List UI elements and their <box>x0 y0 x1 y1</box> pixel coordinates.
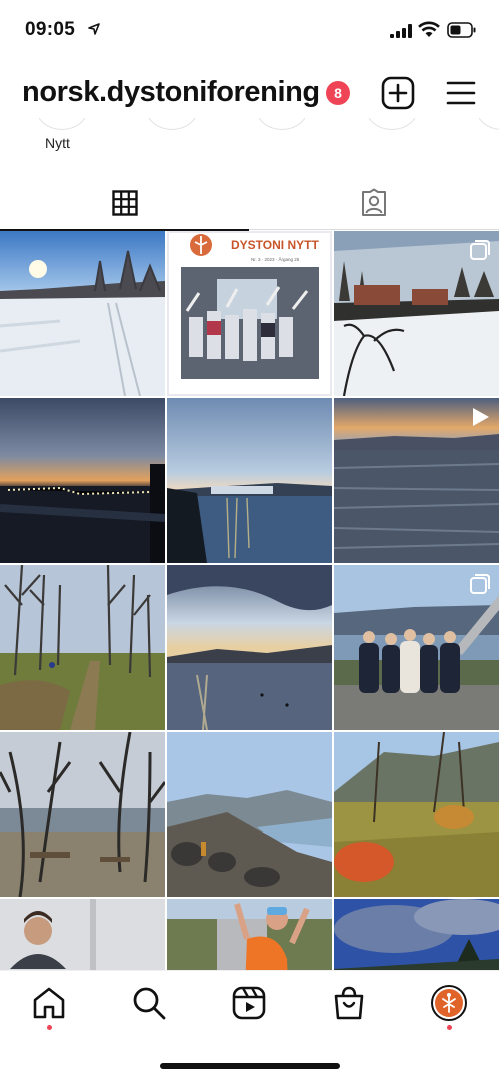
hamburger-menu-button[interactable] <box>445 78 477 108</box>
highlight-ring[interactable] <box>476 118 499 130</box>
profile-username[interactable]: norsk.dystoniforening <box>22 76 320 109</box>
status-bar: 09:05 <box>0 0 499 58</box>
tagged-person-icon <box>361 188 386 216</box>
post-thumbnail[interactable] <box>167 899 332 970</box>
highlight-ring[interactable] <box>146 118 198 130</box>
tab-tagged[interactable] <box>249 176 498 230</box>
highlight-ring[interactable] <box>366 118 418 130</box>
post-image <box>334 732 499 897</box>
post-thumbnail[interactable] <box>334 398 499 563</box>
post-image <box>167 398 332 563</box>
post-image: DYSTONI NYTT Nr. 3 · 2023 · Årgang 25 <box>167 231 332 396</box>
post-image <box>167 565 332 730</box>
carousel-icon <box>470 574 490 594</box>
wifi-icon <box>418 21 440 37</box>
post-image <box>0 732 165 897</box>
post-image <box>0 565 165 730</box>
post-thumbnail[interactable] <box>0 899 165 970</box>
home-active-dot <box>47 1025 52 1030</box>
post-thumbnail[interactable] <box>334 231 499 396</box>
post-thumbnail[interactable] <box>167 565 332 730</box>
highlight-new-label: Nytt <box>45 135 70 151</box>
status-time: 09:05 <box>25 19 76 40</box>
create-post-button[interactable] <box>381 76 415 110</box>
home-indicator <box>160 1063 340 1069</box>
post-image <box>334 899 499 970</box>
notification-badge[interactable]: 8 <box>326 81 350 105</box>
location-arrow-icon <box>88 23 100 35</box>
reels-icon[interactable] <box>231 985 267 1021</box>
post-image <box>0 899 165 970</box>
search-icon[interactable] <box>131 985 167 1021</box>
post-thumbnail[interactable] <box>167 398 332 563</box>
cellular-signal-icon <box>390 24 412 38</box>
post-image <box>0 398 165 563</box>
battery-icon <box>447 22 476 38</box>
carousel-icon <box>470 240 490 260</box>
post-thumbnail[interactable] <box>334 565 499 730</box>
post-thumbnail[interactable] <box>334 899 499 970</box>
profile-header: norsk.dystoniforening 8 <box>0 70 499 118</box>
home-icon[interactable] <box>31 985 67 1021</box>
post-thumbnail[interactable] <box>0 398 165 563</box>
story-highlights[interactable]: Nytt <box>0 118 499 162</box>
profile-avatar-button[interactable] <box>431 985 467 1021</box>
profile-notification-dot <box>447 1025 452 1030</box>
post-thumbnail[interactable] <box>0 231 165 396</box>
post-image <box>0 231 165 396</box>
magazine-title: DYSTONI NYTT <box>231 238 319 252</box>
profile-tabs <box>0 176 499 231</box>
avatar-logo-icon <box>435 989 463 1017</box>
post-thumbnail[interactable] <box>0 732 165 897</box>
post-image <box>167 732 332 897</box>
post-thumbnail[interactable] <box>334 732 499 897</box>
post-thumbnail[interactable]: DYSTONI NYTT Nr. 3 · 2023 · Årgang 25 <box>167 231 332 396</box>
post-image <box>167 899 332 970</box>
reel-play-icon <box>473 408 489 426</box>
post-thumbnail[interactable] <box>0 565 165 730</box>
magazine-subtitle: Nr. 3 · 2023 · Årgang 25 <box>251 256 300 262</box>
tab-posts-grid[interactable] <box>0 176 249 231</box>
highlight-ring[interactable] <box>256 118 308 130</box>
posts-grid: DYSTONI NYTT Nr. 3 · 2023 · Årgang 25 <box>0 231 499 970</box>
post-thumbnail[interactable] <box>167 732 332 897</box>
highlight-new-ring[interactable] <box>36 118 88 130</box>
grid-icon <box>111 189 138 216</box>
shop-bag-icon[interactable] <box>331 985 367 1021</box>
